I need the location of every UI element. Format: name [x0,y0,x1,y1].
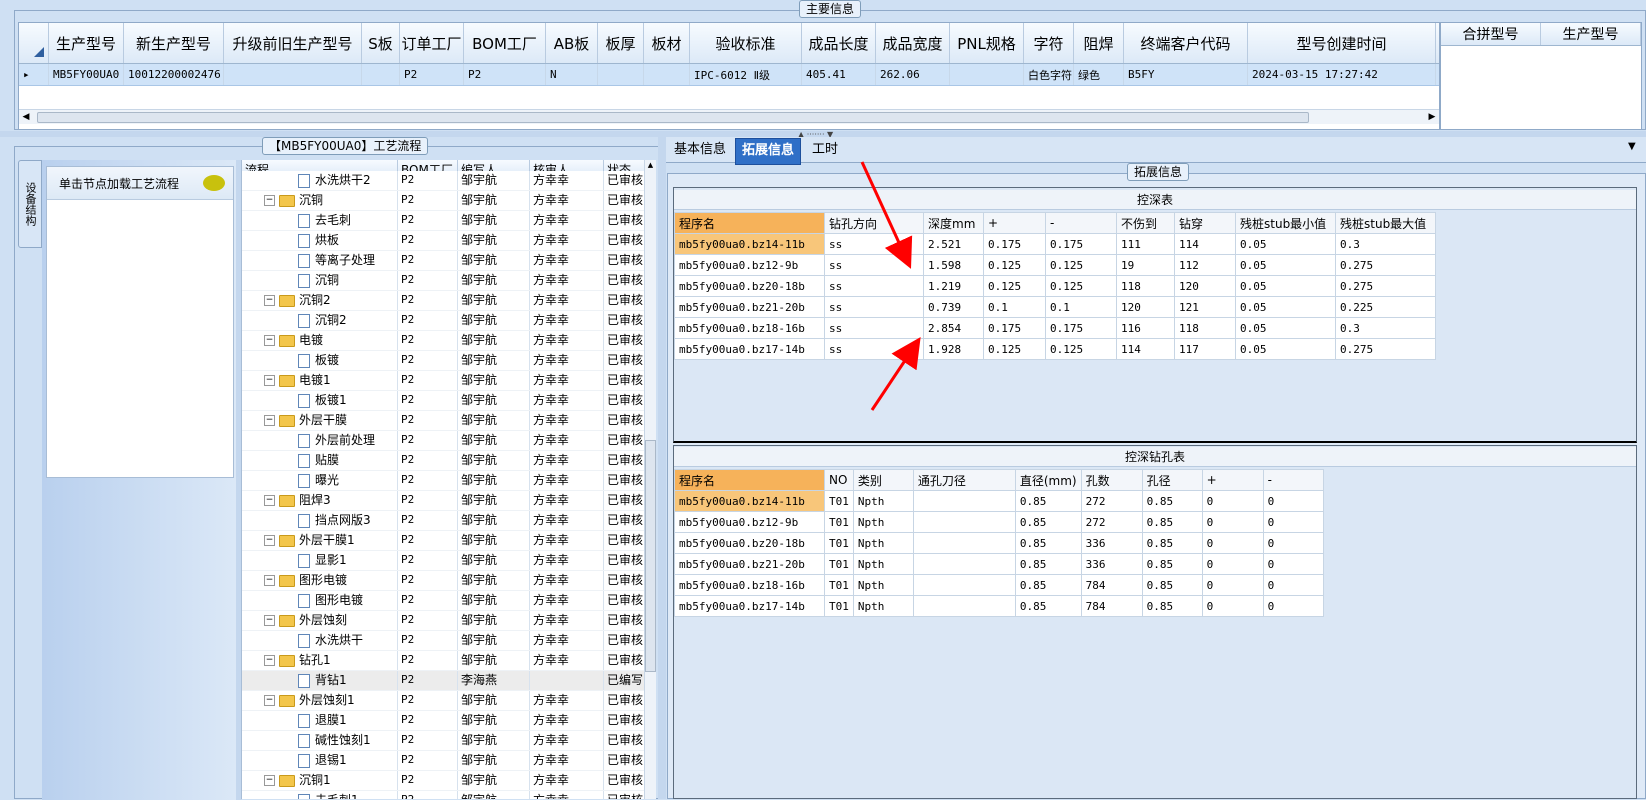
annotation-arrows [860,161,921,411]
arrow-up-icon [870,337,921,411]
arrow-down-icon [860,161,913,269]
